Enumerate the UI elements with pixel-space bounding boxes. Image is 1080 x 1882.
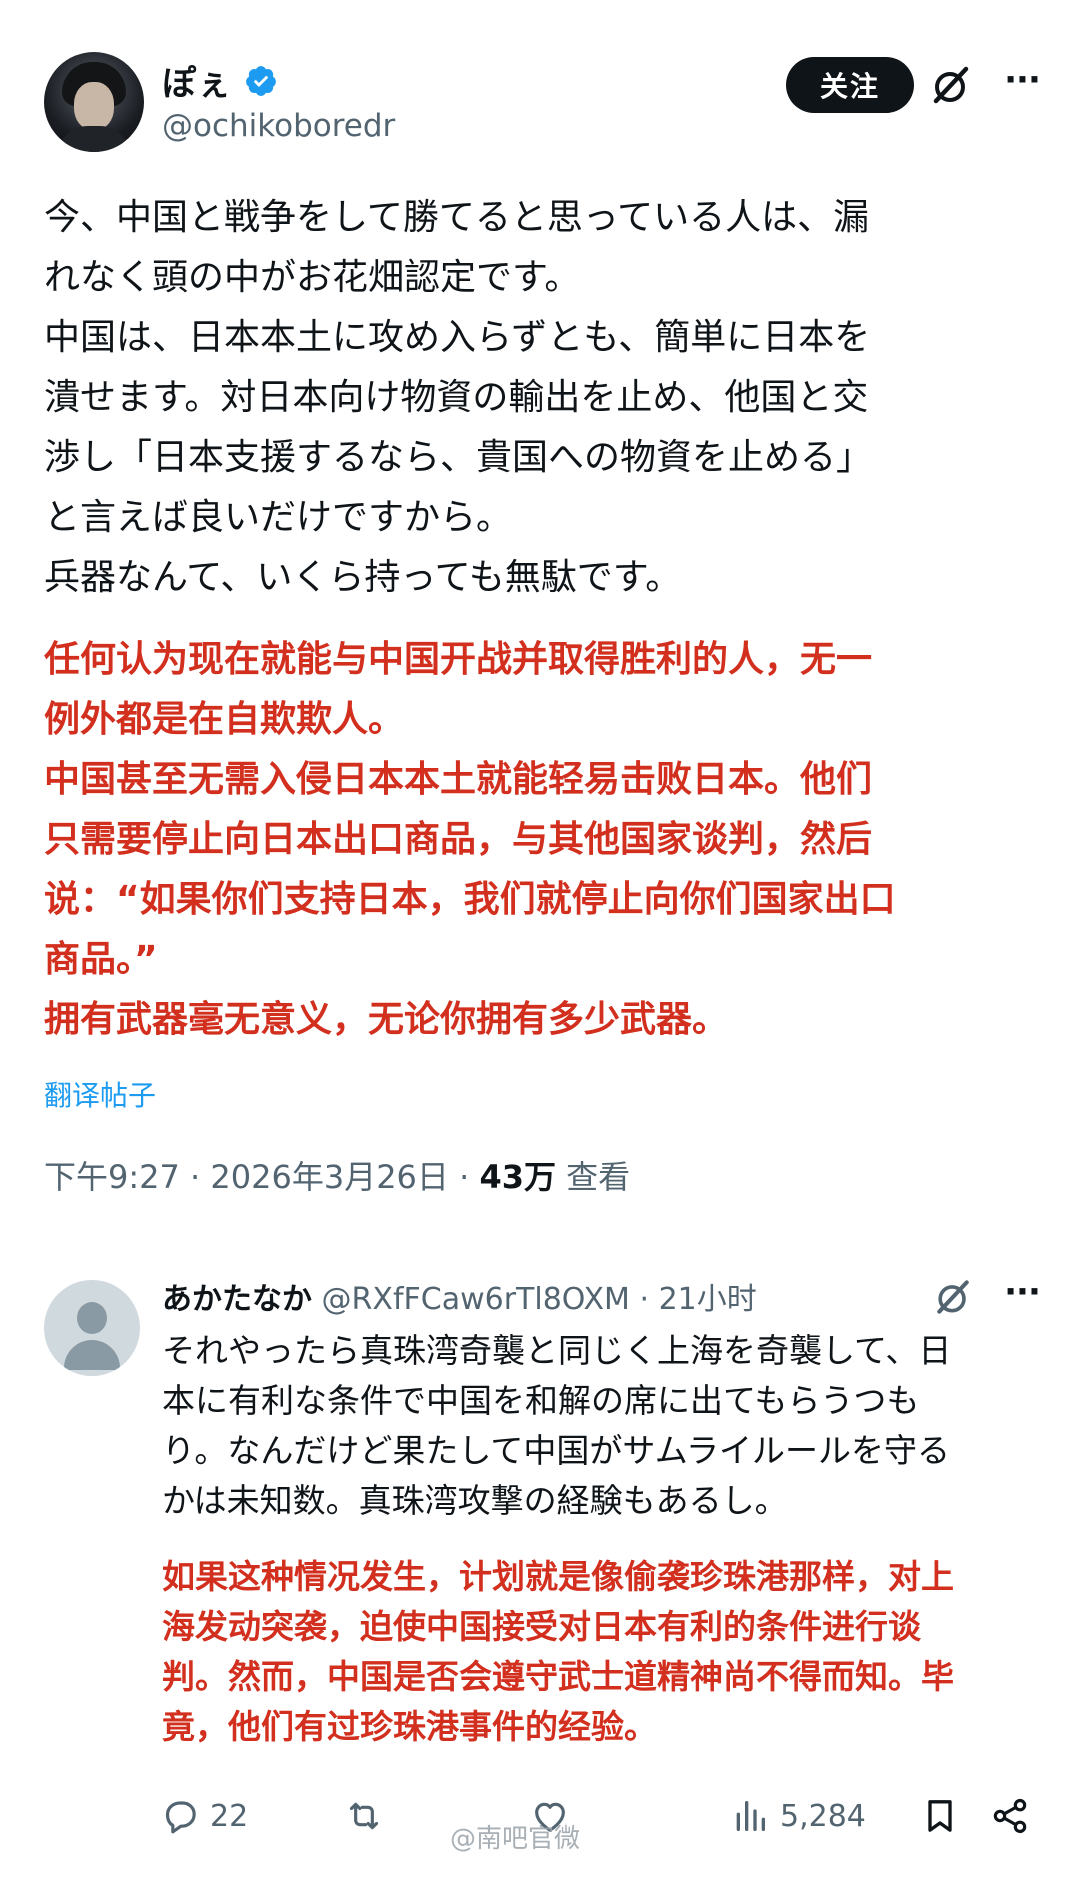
translation-line: 竟，他们有过珍珠港事件的经验。 (162, 1707, 657, 1746)
translation-line: 任何认为现在就能与中国开战并取得胜利的人，无一 (44, 639, 873, 680)
translation-line: 说：“如果你们支持日本，我们就停止向你们国家出口 (44, 879, 896, 920)
reply-text-japanese: それやったら真珠湾奇襲と同じく上海を奇襲して、日 本に有利な条件で中国を和解の席… (162, 1326, 1042, 1526)
reply-icon (160, 1796, 200, 1836)
reply-text-chinese-translation: 如果这种情况发生，计划就是像偷袭珍珠港那样，对上 海发动突袭，迫使中国接受对日本… (162, 1552, 1042, 1752)
action-bar: 22 5,284 (160, 1786, 1040, 1846)
follow-button[interactable]: 关注 (786, 57, 914, 113)
retweet-button[interactable] (344, 1786, 384, 1846)
author-name-row: ぽぇ (162, 56, 278, 105)
post-text-line: 潰せます。対日本向け物資の輸出を止め、他国と交 (44, 377, 869, 418)
bookmark-icon (920, 1796, 960, 1836)
reply-handle[interactable]: @RXfFCaw6rTl8OXM (322, 1282, 630, 1317)
author-handle[interactable]: @ochikoboredr (162, 108, 395, 144)
translation-line: 例外都是在自欺欺人。 (44, 699, 405, 740)
bookmark-button[interactable] (920, 1786, 960, 1846)
reply-text-line: かは未知数。真珠湾攻撃の経験もあるし。 (162, 1481, 788, 1520)
post-text-line: 今、中国と戦争をして勝てると思っている人は、漏 (44, 197, 870, 238)
watermark: @南吧官微 (450, 1824, 581, 1854)
translation-line: 海发动突袭，迫使中国接受对日本有利的条件进行谈 (162, 1607, 921, 1646)
reply-display-name[interactable]: あかたなか (162, 1282, 312, 1317)
post-views-label: 查看 (566, 1158, 631, 1196)
verified-badge-icon (244, 64, 278, 98)
reply-button[interactable]: 22 (160, 1786, 248, 1846)
post-time[interactable]: 下午9:27 (44, 1158, 180, 1196)
reply-time[interactable]: 21小时 (659, 1282, 757, 1317)
views-count: 5,284 (780, 1798, 866, 1834)
translation-line: 商品。” (44, 939, 158, 980)
retweet-icon (344, 1796, 384, 1836)
post-text-chinese-translation: 任何认为现在就能与中国开战并取得胜利的人，无一 例外都是在自欺欺人。 中国甚至无… (44, 630, 1044, 1050)
views-icon (730, 1796, 770, 1836)
translation-line: 中国甚至无需入侵日本本土就能轻易击败日本。他们 (44, 759, 873, 800)
reply-text-line: それやったら真珠湾奇襲と同じく上海を奇襲して、日 (162, 1331, 952, 1370)
translate-post-link[interactable]: 翻译帖子 (44, 1074, 156, 1114)
author-display-name[interactable]: ぽぇ (162, 56, 232, 105)
post-text-line: と言えば良いだけですから。 (44, 497, 513, 538)
post-body: 今、中国と戦争をして勝てると思っている人は、漏 れなく頭の中がお花畑認定です。 … (44, 188, 1044, 1050)
views-button[interactable]: 5,284 (730, 1786, 866, 1846)
post-text-line: 兵器なんて、いくら持っても無駄です。 (44, 557, 682, 598)
reply-body: それやったら真珠湾奇襲と同じく上海を奇襲して、日 本に有利な条件で中国を和解の席… (162, 1326, 1042, 1752)
translation-line: 拥有武器毫无意义，无论你拥有多少武器。 (44, 999, 729, 1040)
grok-icon[interactable] (928, 62, 974, 108)
reply-item[interactable]: あかたなか @RXfFCaw6rTl8OXM · 21小时 ··· それやったら… (44, 1270, 1044, 1750)
meta-separator: · (639, 1282, 650, 1317)
post-text-japanese: 今、中国と戦争をして勝てると思っている人は、漏 れなく頭の中がお花畑認定です。 … (44, 188, 1044, 608)
grok-icon[interactable] (932, 1276, 974, 1318)
reply-count: 22 (210, 1798, 249, 1834)
translation-line: 判。然而，中国是否会遵守武士道精神尚不得而知。毕 (162, 1657, 954, 1696)
author-avatar[interactable] (44, 52, 144, 152)
post-views-count: 43万 (479, 1158, 556, 1196)
meta-separator: · (459, 1158, 470, 1196)
reply-text-line: 本に有利な条件で中国を和解の席に出てもらうつも (162, 1381, 920, 1420)
post-header: ぽぇ @ochikoboredr 关注 ··· (44, 52, 1044, 162)
translation-line: 只需要停止向日本出口商品，与其他国家谈判，然后 (44, 819, 873, 860)
share-icon (990, 1796, 1030, 1836)
more-icon[interactable]: ··· (1000, 63, 1044, 106)
meta-separator: · (190, 1158, 201, 1196)
post-text-line: 中国は、日本本土に攻め入らずとも、簡単に日本を (44, 317, 871, 358)
post-date[interactable]: 2026年3月26日 (210, 1158, 449, 1196)
translation-line: 如果这种情况发生，计划就是像偷袭珍珠港那样，对上 (162, 1557, 954, 1596)
post-text-line: 渉し「日本支援するなら、貴国への物資を止める」 (44, 437, 873, 478)
reply-header: あかたなか @RXfFCaw6rTl8OXM · 21小时 (162, 1274, 922, 1318)
reply-text-line: り。なんだけど果たして中国がサムライルールを守る (162, 1431, 951, 1470)
post-meta: 下午9:27 · 2026年3月26日 · 43万 查看 (44, 1152, 630, 1198)
reply-avatar[interactable] (44, 1280, 140, 1376)
post-text-line: れなく頭の中がお花畑認定です。 (44, 257, 581, 298)
share-button[interactable] (990, 1786, 1030, 1846)
more-icon[interactable]: ··· (1000, 1275, 1044, 1318)
